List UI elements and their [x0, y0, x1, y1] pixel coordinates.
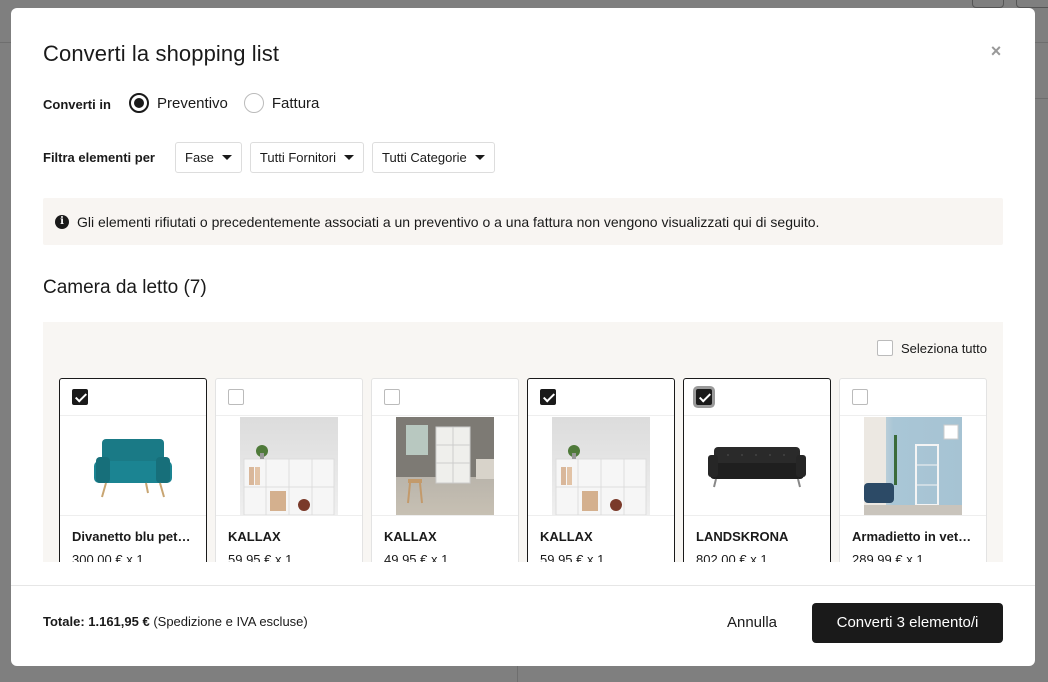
select-all-checkbox[interactable]: Seleziona tutto [876, 340, 987, 356]
info-banner: i Gli elementi rifiutati o precedentemen… [43, 198, 1003, 245]
background-divider [0, 42, 11, 43]
filter-phase-dropdown[interactable]: Fase [175, 142, 242, 173]
filter-categories-dropdown[interactable]: Tutti Categorie [372, 142, 495, 173]
product-card[interactable]: Armadietto in vet… 289,99 € x 1 [839, 378, 987, 562]
convert-label: Converti in [43, 97, 111, 112]
caret-down-icon [221, 155, 232, 160]
card-header [216, 379, 362, 416]
product-price: 59,95 € x 1 [228, 552, 293, 562]
background-divider [1035, 98, 1048, 99]
total-note: (Spedizione e IVA escluse) [153, 614, 308, 629]
blue-sofa-bed-image [84, 416, 182, 515]
filter-bar: Fase Tutti Fornitori Tutti Categorie [175, 142, 503, 173]
filter-label: Filtra elementi per [43, 150, 155, 165]
glass-cabinet-room-image [864, 416, 962, 515]
product-image [684, 416, 830, 516]
background-divider [517, 666, 518, 682]
convert-dialog: Converti la shopping list × Converti in … [11, 8, 1035, 666]
background-button [1016, 0, 1048, 8]
filter-phase-label: Fase [185, 150, 214, 165]
product-image [216, 416, 362, 516]
product-name: Armadietto in vet… [852, 529, 972, 544]
info-icon: i [55, 214, 69, 229]
product-checkbox[interactable] [384, 389, 400, 405]
checkbox-unchecked-icon [876, 340, 893, 356]
radio-checked-icon [129, 93, 149, 113]
product-image [372, 416, 518, 516]
product-price: 59,95 € x 1 [540, 552, 605, 562]
product-card[interactable]: KALLAX 59,95 € x 1 [215, 378, 363, 562]
product-checkbox[interactable] [540, 389, 556, 405]
total-amount: Totale: 1.161,95 € [43, 614, 154, 629]
product-checkbox[interactable] [696, 389, 712, 405]
card-header [60, 379, 206, 416]
black-leather-sofa-image [708, 416, 806, 515]
product-grid: Seleziona tutto Divanetto blu pet… 300,0… [43, 322, 1003, 562]
card-header [684, 379, 830, 416]
info-text: Gli elementi rifiutati o precedentemente… [77, 213, 820, 230]
product-price: 300,00 € x 1 [72, 552, 144, 562]
total-summary: Totale: 1.161,95 € (Spedizione e IVA esc… [43, 614, 308, 629]
card-header [372, 379, 518, 416]
product-image [528, 416, 674, 516]
product-name: KALLAX [540, 529, 593, 544]
filter-categories-label: Tutti Categorie [382, 150, 467, 165]
product-card[interactable]: KALLAX 49,95 € x 1 [371, 378, 519, 562]
product-checkbox[interactable] [72, 389, 88, 405]
filter-suppliers-dropdown[interactable]: Tutti Fornitori [249, 142, 364, 173]
card-header [528, 379, 674, 416]
shelf-in-room-image [396, 416, 494, 515]
radio-label: Preventivo [157, 94, 228, 112]
product-price: 802,00 € x 1 [696, 552, 768, 562]
product-card[interactable]: KALLAX 59,95 € x 1 [527, 378, 675, 562]
product-checkbox[interactable] [852, 389, 868, 405]
product-name: LANDSKRONA [696, 529, 789, 544]
convert-type-radio-group: Preventivo Fattura [129, 93, 335, 113]
section-title: Camera da letto (7) [43, 277, 207, 298]
product-image [840, 416, 986, 516]
close-icon[interactable]: × [987, 40, 1005, 62]
dialog-title: Converti la shopping list [43, 41, 280, 66]
caret-down-icon [344, 155, 354, 160]
radio-fattura[interactable]: Fattura [243, 93, 320, 113]
radio-label: Fattura [271, 94, 320, 112]
product-card[interactable]: LANDSKRONA 802,00 € x 1 [683, 378, 831, 562]
select-all-label: Seleziona tutto [900, 340, 987, 356]
card-header [840, 379, 986, 416]
white-shelf-unit-image [240, 416, 338, 515]
product-checkbox[interactable] [228, 389, 244, 405]
product-price: 289,99 € x 1 [852, 552, 924, 562]
product-price: 49,95 € x 1 [384, 552, 449, 562]
footer-divider [11, 585, 1035, 586]
product-image [60, 416, 206, 516]
radio-preventivo[interactable]: Preventivo [129, 93, 228, 113]
filter-suppliers-label: Tutti Fornitori [259, 150, 336, 165]
background-divider [1035, 42, 1048, 43]
product-name: KALLAX [384, 529, 437, 544]
cancel-button[interactable]: Annulla [711, 605, 793, 641]
convert-button[interactable]: Converti 3 elemento/i [812, 603, 1003, 643]
product-name: KALLAX [228, 529, 281, 544]
background-button [972, 0, 1004, 8]
product-cards: Divanetto blu pet… 300,00 € x 1 KALLAX 5… [59, 378, 995, 562]
caret-down-icon [474, 155, 485, 160]
radio-unchecked-icon [243, 93, 264, 113]
product-card[interactable]: Divanetto blu pet… 300,00 € x 1 [59, 378, 207, 562]
product-name: Divanetto blu pet… [72, 529, 191, 544]
white-shelf-unit-image [552, 416, 650, 515]
